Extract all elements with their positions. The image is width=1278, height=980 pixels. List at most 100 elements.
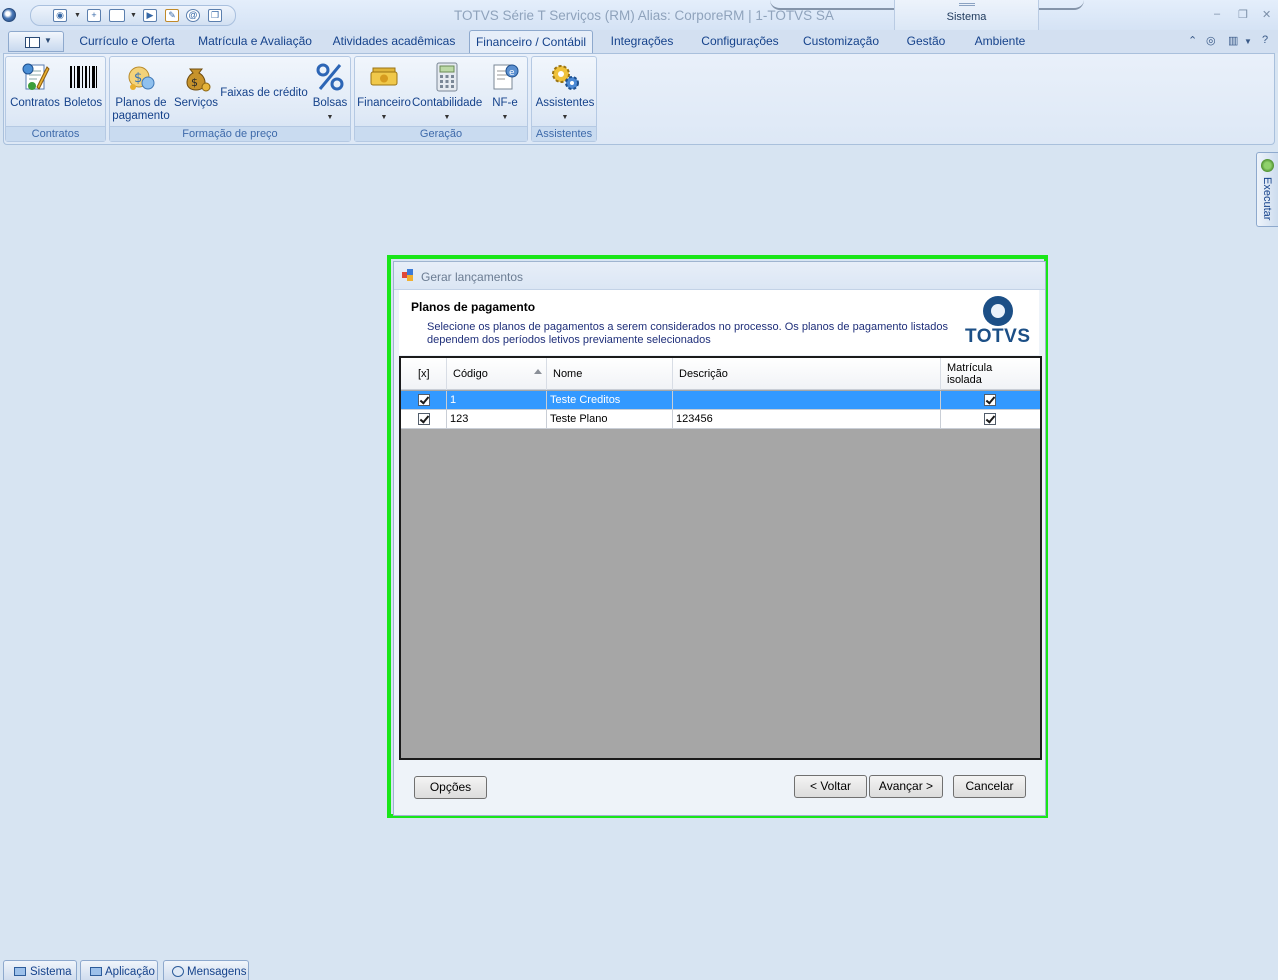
voltar-button[interactable]: < Voltar [794,775,867,798]
executar-side-tab[interactable]: Executar [1256,152,1278,227]
window-icon[interactable] [109,9,125,22]
tab-integracoes[interactable]: Integrações [605,30,679,53]
matricula-isolada-checkbox[interactable] [984,413,996,425]
avancar-button[interactable]: Avançar > [869,775,943,798]
cancelar-button[interactable]: Cancelar [953,775,1026,798]
opcoes-button[interactable]: Opções [414,776,487,799]
chevron-down-icon: ▼ [443,114,451,121]
contabilidade-button[interactable]: Contabilidade ▼ [412,61,482,124]
boletos-label: Boletos [63,97,103,109]
collapse-ribbon-icon[interactable]: ⌃ [1188,34,1197,47]
restore-button[interactable]: ❐ [1238,8,1248,21]
group-label-contratos: Contratos [6,126,105,141]
tab-ambiente[interactable]: Ambiente [968,30,1032,53]
tab-configuracoes[interactable]: Configurações [698,30,782,53]
matricula-isolada-checkbox[interactable] [984,394,996,406]
status-tab-mensagens[interactable]: Mensagens [163,960,249,980]
payment-plans-icon: $ [128,66,155,90]
cash-icon [370,67,398,86]
row-checkbox[interactable] [418,394,430,406]
tab-financeiro-contabil[interactable]: Financeiro / Contábil [469,30,593,54]
chevron-down-icon[interactable]: ▼ [130,12,137,19]
group-formacao-preco: $ Planos de pagamento $ Serviços Faixas … [109,56,351,142]
copy-icon[interactable]: ❐ [208,9,222,22]
nome-cell: Teste Plano [547,410,673,429]
layout-icon[interactable]: ▥ [1228,34,1238,47]
financeiro-button[interactable]: Financeiro ▼ [357,61,411,124]
matricula-isolada-cell[interactable] [941,391,1040,410]
contratos-button[interactable]: Contratos [9,61,61,110]
group-label-formacao-preco: Formação de preço [110,126,350,141]
gerar-lancamentos-dialog: Gerar lançamentos Planos de pagamento Se… [393,261,1046,816]
step-description: Selecione os planos de pagamentos a sere… [427,321,948,346]
nfe-button[interactable]: e NF-e ▼ [485,61,525,124]
column-header-codigo[interactable]: Código [447,358,547,390]
dialog-title-bar: Gerar lançamentos [394,262,1045,290]
svg-text:$: $ [134,71,142,86]
new-window-icon[interactable]: + [87,9,101,22]
app-logo-icon[interactable] [2,8,16,22]
sort-ascending-icon [534,369,542,374]
close-button[interactable]: ✕ [1262,8,1271,21]
bolsas-button[interactable]: Bolsas ▼ [310,61,350,124]
codigo-cell: 1 [447,391,547,410]
chevron-down-icon[interactable]: ▼ [1244,37,1252,46]
barcode-icon [70,66,97,88]
chevron-down-icon[interactable]: ▼ [74,12,81,19]
nome-cell: Teste Creditos [547,391,673,410]
messages-icon [172,966,184,977]
assistentes-button[interactable]: Assistentes ▼ [534,61,596,124]
faixas-credito-button[interactable]: Faixas de crédito [220,87,308,100]
executar-label: Executar [1261,177,1273,221]
group-geracao: Financeiro ▼ Contabilidade ▼ e NF-e ▼ Ge… [354,56,528,142]
application-menu-button[interactable]: ▼ [8,31,64,52]
codigo-cell: 123 [447,410,547,429]
tab-gestao[interactable]: Gestão [902,30,950,53]
bolsas-label: Bolsas [312,97,348,109]
status-tab-sistema[interactable]: Sistema [3,960,77,980]
tab-curriculo-oferta[interactable]: Currículo e Oferta [76,30,178,53]
column-header-select[interactable]: [x] [401,358,447,390]
row-checkbox[interactable] [418,413,430,425]
column-header-descricao[interactable]: Descrição [673,358,941,390]
application-icon [90,967,102,976]
chevron-down-icon: ▼ [380,114,388,121]
column-header-nome[interactable]: Nome [547,358,673,390]
help-icon[interactable]: ? [1262,34,1268,46]
minimize-button[interactable]: – [1214,8,1220,20]
menu-icon [25,37,40,48]
servicos-button[interactable]: $ Serviços [172,61,220,110]
web-icon[interactable]: ◎ [1206,34,1216,47]
table-row[interactable]: 1 Teste Creditos [401,391,1040,410]
tools-icon[interactable]: ✎ [165,9,179,22]
chevron-down-icon: ▼ [326,114,334,121]
boletos-button[interactable]: Boletos [61,61,105,110]
context-tab-group-label: Sistema [946,11,987,23]
faixas-credito-label: Faixas de crédito [220,87,308,99]
window-title: TOTVS Série T Serviços (RM) Alias: Corpo… [454,8,834,23]
web-icon[interactable]: @ [186,9,200,22]
row-select-cell[interactable] [401,391,447,410]
tab-customizacao[interactable]: Customização [801,30,881,53]
dialog-highlight-frame: Gerar lançamentos Planos de pagamento Se… [387,255,1048,818]
servicos-label: Serviços [173,97,219,109]
descricao-cell: 123456 [673,410,941,429]
status-tab-aplicacao[interactable]: Aplicação [80,960,158,980]
execute-icon [1261,159,1274,172]
chevron-down-icon: ▼ [501,114,509,121]
play-icon[interactable]: ▶ [143,9,157,22]
column-header-matricula-isolada[interactable]: Matrícula isolada [941,358,1040,390]
title-bar: ◉ ▼ + ▼ ▶ ✎ @ ❐ TOTVS Série T Serviços (… [0,0,1278,30]
group-contratos: Contratos Boletos Contratos [5,56,106,142]
tab-matricula-avaliacao[interactable]: Matrícula e Avaliação [196,30,314,53]
row-select-cell[interactable] [401,410,447,429]
globe-icon[interactable]: ◉ [53,9,67,22]
tab-atividades-academicas[interactable]: Atividades acadêmicas [332,30,456,53]
matricula-isolada-cell[interactable] [941,410,1040,429]
group-label-assistentes: Assistentes [532,126,596,141]
planos-pagamento-button[interactable]: $ Planos de pagamento [112,61,170,123]
table-row[interactable]: 123 Teste Plano 123456 [401,410,1040,429]
dialog-title: Gerar lançamentos [421,270,524,284]
chevron-down-icon: ▼ [44,36,52,45]
payment-plans-grid: [x] Código Nome Descrição Matrícula isol… [399,356,1042,760]
